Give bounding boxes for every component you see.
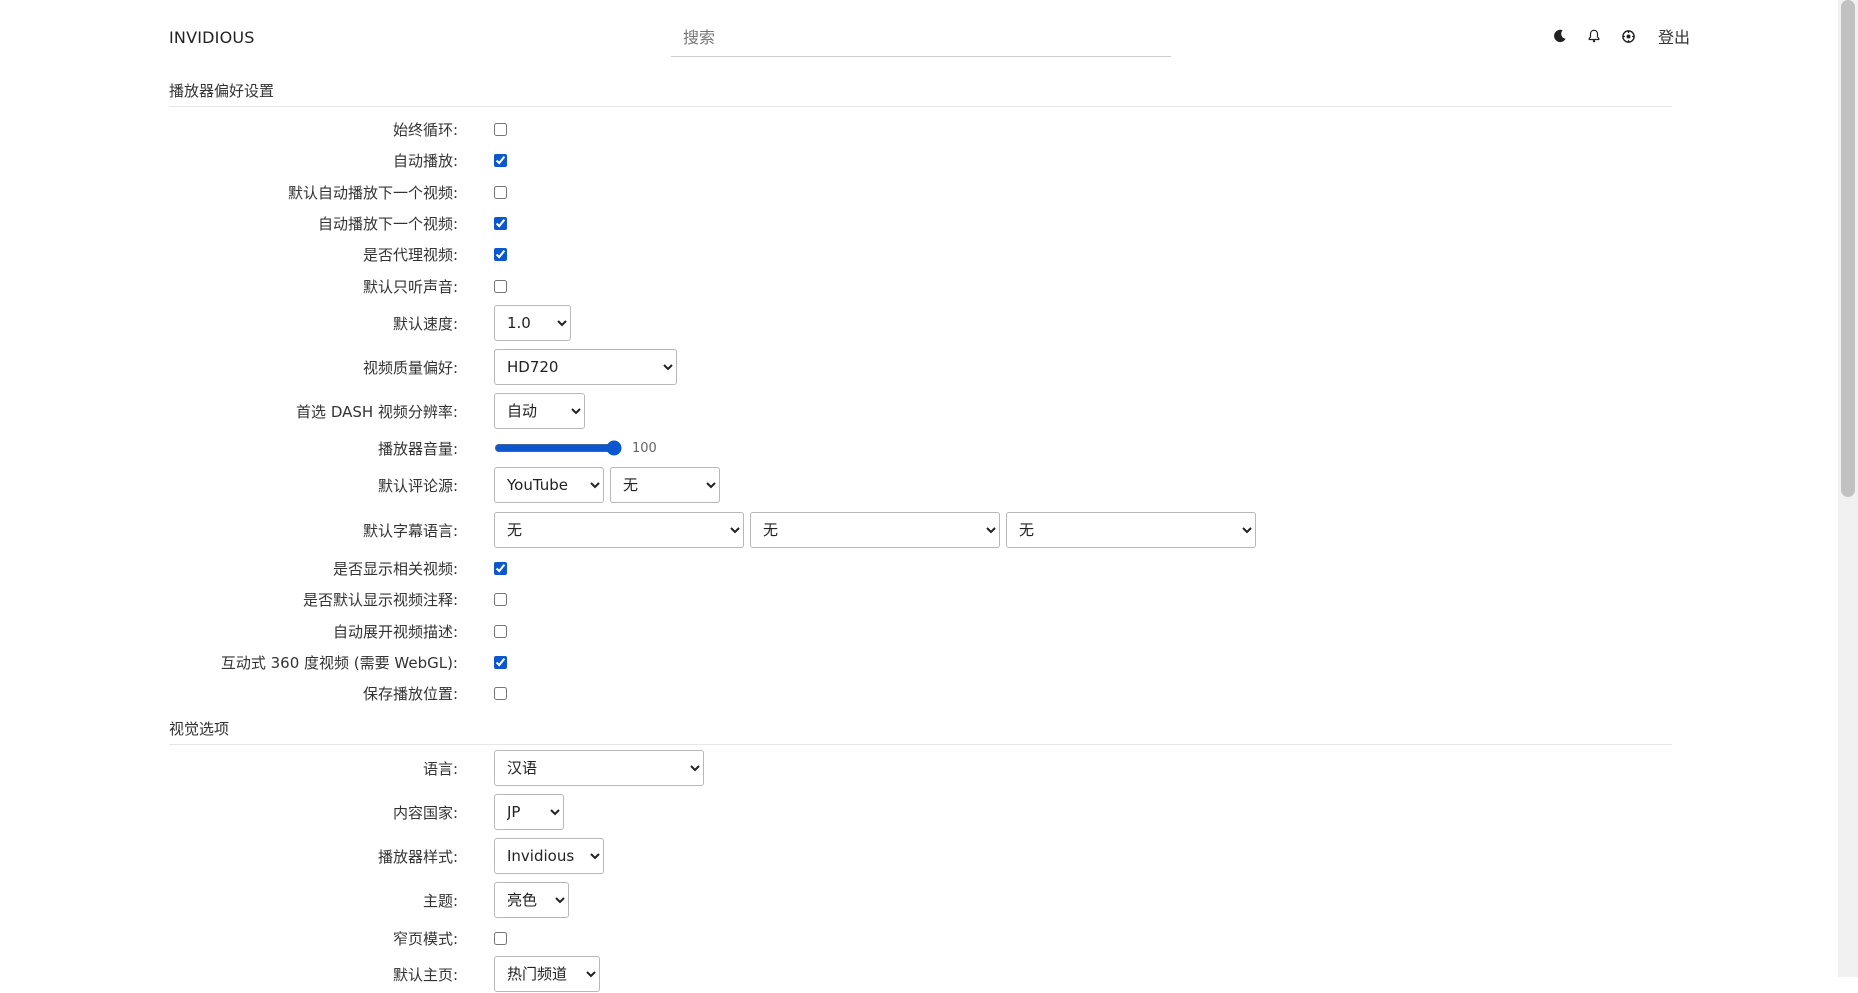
annotations-label: 是否默认显示视频注释:: [302, 590, 458, 609]
autoplay-next-default-row: 默认自动播放下一个视频:: [0, 181, 1700, 203]
region-label: 内容国家:: [392, 803, 458, 822]
region-row: 内容国家: JP: [0, 793, 1700, 831]
volume-row: 播放器音量: 100: [0, 437, 1700, 459]
annotations-checkbox[interactable]: [494, 592, 507, 606]
search-input[interactable]: [671, 20, 1195, 54]
dash-quality-select[interactable]: 自动: [494, 393, 585, 429]
theme-label: 主题:: [422, 891, 458, 910]
autoplay-next-default-checkbox[interactable]: [494, 185, 507, 199]
preferences-icon[interactable]: [1618, 26, 1638, 46]
speed-select[interactable]: 1.0: [494, 305, 571, 341]
quality-label: 视频质量偏好:: [362, 358, 458, 377]
logout-button[interactable]: 登出: [1658, 24, 1690, 48]
comments-secondary-select[interactable]: 无: [610, 467, 720, 503]
autoplay-row: 自动播放:: [0, 149, 1700, 171]
audio-only-row: 默认只听声音:: [0, 275, 1700, 297]
theme-select[interactable]: 亮色: [494, 882, 569, 918]
dash-quality-row: 首选 DASH 视频分辨率: 自动: [0, 392, 1700, 430]
speed-label: 默认速度:: [392, 314, 458, 333]
comments-row: 默认评论源: YouTube 无: [0, 466, 1700, 504]
save-position-checkbox[interactable]: [494, 686, 507, 700]
speed-row: 默认速度: 1.0: [0, 304, 1700, 342]
moon-icon[interactable]: [1550, 26, 1570, 46]
captions-secondary-select[interactable]: 无: [750, 512, 1000, 548]
bell-icon[interactable]: [1584, 26, 1604, 46]
annotations-row: 是否默认显示视频注释:: [0, 588, 1700, 610]
player-style-row: 播放器样式: Invidious: [0, 837, 1700, 875]
related-videos-checkbox[interactable]: [494, 561, 507, 575]
volume-label: 播放器音量:: [377, 439, 458, 458]
captions-fallback-select[interactable]: 无: [1006, 512, 1256, 548]
brand-logo-link[interactable]: INVIDIOUS: [169, 28, 255, 47]
theme-row: 主题: 亮色: [0, 881, 1700, 919]
autoplay-next-label: 自动播放下一个视频:: [317, 214, 458, 233]
autoplay-label: 自动播放:: [392, 151, 458, 170]
section-divider: [169, 744, 1672, 745]
quality-select[interactable]: HD720: [494, 349, 677, 385]
audio-only-label: 默认只听声音:: [362, 277, 458, 296]
vertical-scrollbar[interactable]: [1838, 0, 1858, 977]
quality-row: 视频质量偏好: HD720: [0, 348, 1700, 386]
thin-mode-label: 窄页模式:: [392, 929, 458, 948]
player-style-label: 播放器样式:: [377, 847, 458, 866]
expand-description-checkbox[interactable]: [494, 624, 507, 638]
thin-mode-row: 窄页模式:: [0, 927, 1700, 949]
vr-mode-label: 互动式 360 度视频 (需要 WebGL):: [220, 653, 458, 672]
user-field: 登出: [1550, 24, 1690, 48]
comments-primary-select[interactable]: YouTube: [494, 467, 604, 503]
audio-only-checkbox[interactable]: [494, 279, 507, 293]
proxy-video-checkbox[interactable]: [494, 247, 507, 261]
expand-description-label: 自动展开视频描述:: [332, 622, 458, 641]
autoplay-next-checkbox[interactable]: [494, 216, 507, 230]
always-loop-checkbox[interactable]: [494, 122, 507, 136]
always-loop-label: 始终循环:: [392, 120, 458, 139]
region-select[interactable]: JP: [494, 794, 564, 830]
scrollbar-thumb[interactable]: [1841, 0, 1855, 497]
related-videos-row: 是否显示相关视频:: [0, 557, 1700, 579]
search-box: [671, 20, 1195, 57]
captions-row: 默认字幕语言: 无 无 无: [0, 511, 1700, 549]
proxy-video-row: 是否代理视频:: [0, 243, 1700, 265]
save-position-label: 保存播放位置:: [362, 684, 458, 703]
comments-label: 默认评论源:: [377, 476, 458, 495]
captions-label: 默认字幕语言:: [362, 521, 458, 540]
autoplay-next-default-label: 默认自动播放下一个视频:: [287, 183, 458, 202]
captions-primary-select[interactable]: 无: [494, 512, 744, 548]
player-preferences-title: 播放器偏好设置: [169, 82, 275, 100]
autoplay-checkbox[interactable]: [494, 153, 507, 167]
language-label: 语言:: [422, 759, 458, 778]
proxy-video-label: 是否代理视频:: [362, 245, 458, 264]
player-style-select[interactable]: Invidious: [494, 838, 604, 874]
autoplay-next-row: 自动播放下一个视频:: [0, 212, 1700, 234]
section-divider: [169, 106, 1672, 107]
volume-value: 100: [632, 440, 657, 456]
vr-mode-checkbox[interactable]: [494, 655, 507, 669]
language-row: 语言: 汉语: [0, 749, 1700, 787]
thin-mode-checkbox[interactable]: [494, 931, 507, 945]
always-loop-row: 始终循环:: [0, 118, 1700, 140]
vr-mode-row: 互动式 360 度视频 (需要 WebGL):: [0, 651, 1700, 673]
save-position-row: 保存播放位置:: [0, 682, 1700, 704]
visual-options-title: 视觉选项: [169, 720, 230, 738]
expand-description-row: 自动展开视频描述:: [0, 620, 1700, 642]
language-select[interactable]: 汉语: [494, 750, 704, 786]
default-home-label: 默认主页:: [392, 965, 458, 984]
related-videos-label: 是否显示相关视频:: [332, 559, 458, 578]
default-home-select[interactable]: 热门频道: [494, 956, 600, 992]
default-home-row: 默认主页: 热门频道: [0, 955, 1700, 993]
volume-slider[interactable]: [494, 440, 622, 456]
dash-quality-label: 首选 DASH 视频分辨率:: [296, 402, 458, 421]
top-navbar: INVIDIOUS 登出: [0, 0, 1838, 80]
